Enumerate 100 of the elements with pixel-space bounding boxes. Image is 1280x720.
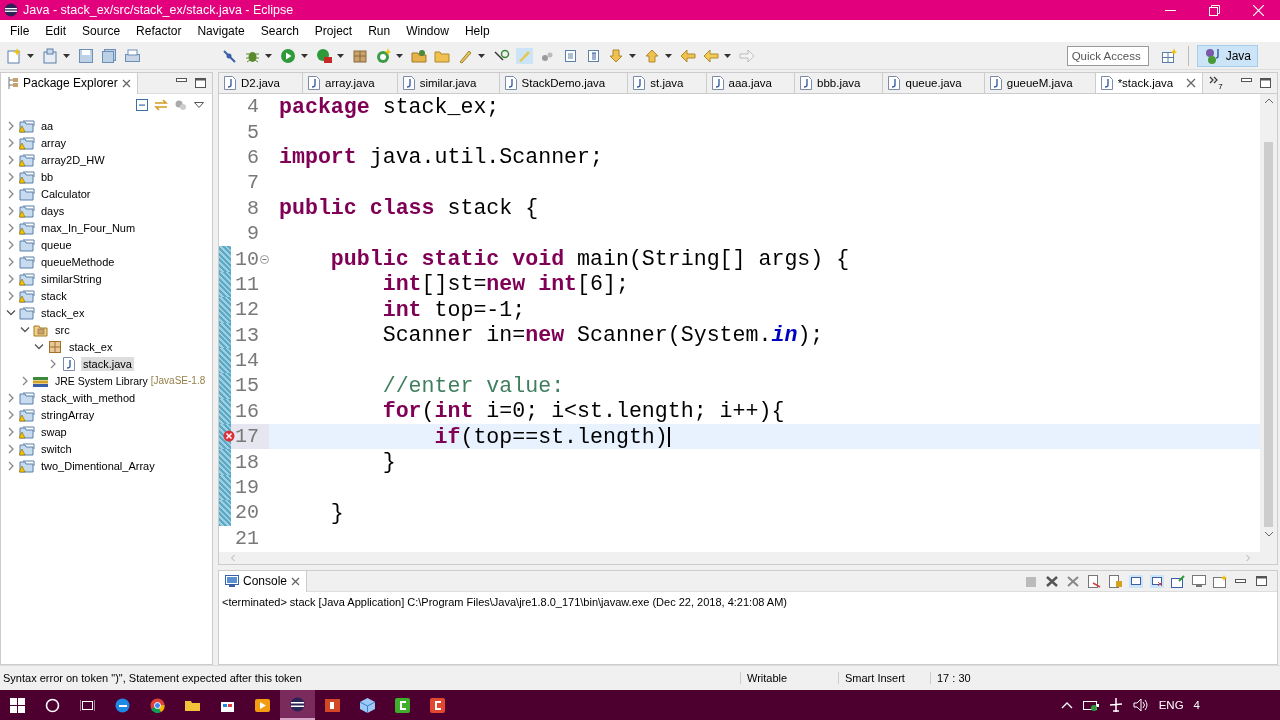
- tree-item[interactable]: switch: [39, 441, 74, 456]
- perspective-button[interactable]: Java: [1196, 44, 1258, 67]
- battery-icon[interactable]: [1082, 699, 1099, 711]
- maximize-icon[interactable]: [195, 78, 206, 88]
- menu-item[interactable]: Navigate: [189, 24, 253, 38]
- editor-tab[interactable]: StackDemo.java: [499, 73, 629, 93]
- text-cursor: [667, 426, 670, 447]
- menu-item[interactable]: File: [2, 24, 38, 38]
- run-external-icon[interactable]: [316, 47, 333, 64]
- menu-item[interactable]: Help: [456, 24, 498, 38]
- tree-item[interactable]: stringArray: [39, 407, 97, 422]
- line-number: 14: [234, 349, 259, 373]
- editor-tab[interactable]: st.java: [628, 73, 707, 93]
- scroll-up-icon[interactable]: [1264, 98, 1273, 104]
- more-tabs-button[interactable]: 7: [1203, 73, 1229, 93]
- maximize-icon[interactable]: [1255, 574, 1269, 588]
- menu-item[interactable]: Window: [398, 24, 457, 38]
- close-icon[interactable]: [291, 576, 301, 586]
- java-perspective-icon: [1203, 46, 1222, 65]
- open-perspective-icon[interactable]: [1160, 47, 1178, 64]
- editor-tab[interactable]: queue.java: [883, 73, 985, 93]
- airplane-icon[interactable]: [1108, 698, 1123, 712]
- tree-item[interactable]: stack_ex: [39, 305, 87, 320]
- tree-item[interactable]: stack: [39, 288, 69, 303]
- show-on-error-icon[interactable]: [1150, 574, 1164, 588]
- filter-icon[interactable]: [174, 99, 188, 111]
- tree-item[interactable]: bb: [39, 169, 56, 184]
- tree-item[interactable]: src: [53, 322, 72, 337]
- editor-tab[interactable]: gueueM.java: [984, 73, 1096, 93]
- line-number: 16: [234, 399, 259, 423]
- write-mode: Writable: [740, 672, 838, 684]
- minimize-icon[interactable]: [176, 78, 187, 85]
- menu-item[interactable]: Project: [306, 24, 361, 38]
- scroll-down-icon[interactable]: [1264, 531, 1273, 537]
- menu-item[interactable]: Search: [252, 24, 307, 38]
- editor-tab[interactable]: similar.java: [397, 73, 500, 93]
- display-console-icon[interactable]: [1192, 574, 1206, 588]
- menu-item[interactable]: Edit: [37, 24, 75, 38]
- java-file-icon: [61, 356, 77, 371]
- link-icon[interactable]: [154, 99, 168, 111]
- maximize-icon[interactable]: [1260, 78, 1271, 88]
- quick-access-field[interactable]: Quick Access: [1066, 45, 1149, 66]
- remove-all-icon[interactable]: [1066, 574, 1080, 588]
- package-explorer-tab[interactable]: Package Explorer: [1, 72, 138, 94]
- scroll-lock-icon[interactable]: [1108, 574, 1122, 588]
- save-all-icon[interactable]: [101, 47, 118, 64]
- remove-launch-icon[interactable]: [1045, 574, 1059, 588]
- search-icon: [45, 697, 60, 713]
- console-tab[interactable]: Console: [219, 570, 308, 592]
- close-icon[interactable]: [1186, 78, 1197, 88]
- pin-console-icon[interactable]: [1171, 574, 1185, 588]
- chevron-up-icon[interactable]: [1060, 701, 1073, 709]
- tree-item[interactable]: days: [39, 203, 67, 218]
- collapse-all-icon[interactable]: [136, 99, 148, 111]
- editor-tab[interactable]: bbb.java: [795, 73, 884, 93]
- editor-tab[interactable]: D2.java: [219, 73, 303, 93]
- collapse-icon[interactable]: [260, 254, 269, 264]
- close-icon[interactable]: [121, 78, 131, 88]
- status-message: Syntax error on token ")", Statement expected after this token: [2, 672, 303, 684]
- tree-item[interactable]: max_In_Four_Num: [39, 220, 138, 235]
- package-icon[interactable]: [352, 47, 369, 64]
- tree-item[interactable]: stack_ex: [67, 339, 115, 354]
- tree-item[interactable]: JRE System Library: [53, 373, 150, 388]
- clock[interactable]: 4: [1193, 699, 1200, 711]
- tree-item[interactable]: aa: [39, 118, 56, 133]
- taskbar-button[interactable]: [280, 690, 315, 720]
- view-menu-icon[interactable]: [194, 102, 204, 108]
- volume-icon[interactable]: [1132, 698, 1149, 712]
- windows-logo-icon: [10, 697, 25, 713]
- print-icon[interactable]: [124, 47, 141, 64]
- tree-item[interactable]: two_Dimentional_Array: [39, 458, 157, 473]
- package-explorer-icon: [7, 76, 19, 90]
- tree-item[interactable]: queueMethode: [39, 254, 117, 269]
- tree-item[interactable]: swap: [39, 424, 69, 439]
- tree-item[interactable]: stack.java: [81, 356, 134, 371]
- editor-tab[interactable]: aaa.java: [706, 73, 795, 93]
- tree-item[interactable]: array2D_HW: [39, 152, 107, 167]
- tree-item[interactable]: Calculator: [39, 186, 93, 201]
- scrollbar-thumb[interactable]: [1264, 142, 1273, 527]
- java-file-icon: [402, 76, 415, 90]
- menu-item[interactable]: Refactor: [128, 24, 190, 38]
- editor-tab[interactable]: array.java: [303, 73, 398, 93]
- tree-item[interactable]: stack_with_method: [39, 390, 138, 405]
- new-console-icon[interactable]: [1213, 574, 1227, 588]
- code-line: public class stack {: [279, 196, 539, 221]
- save-icon[interactable]: [78, 47, 95, 64]
- recorder-tile-icon: [430, 697, 445, 713]
- menu-item[interactable]: Source: [74, 24, 129, 38]
- tree-item[interactable]: array: [39, 135, 69, 150]
- menu-item[interactable]: Run: [360, 24, 399, 38]
- line-number: 6: [246, 145, 259, 169]
- tree-item[interactable]: similarString: [39, 271, 104, 286]
- language-indicator[interactable]: ENG: [1158, 699, 1184, 711]
- clear-console-icon[interactable]: [1087, 574, 1101, 588]
- tree-item[interactable]: queue: [39, 237, 74, 252]
- editor-tab[interactable]: *stack.java: [1095, 73, 1204, 93]
- minimize-icon[interactable]: [1241, 78, 1252, 85]
- line-number: 13: [234, 323, 259, 347]
- run-icon[interactable]: [280, 47, 297, 64]
- show-on-output-icon[interactable]: [1129, 574, 1143, 588]
